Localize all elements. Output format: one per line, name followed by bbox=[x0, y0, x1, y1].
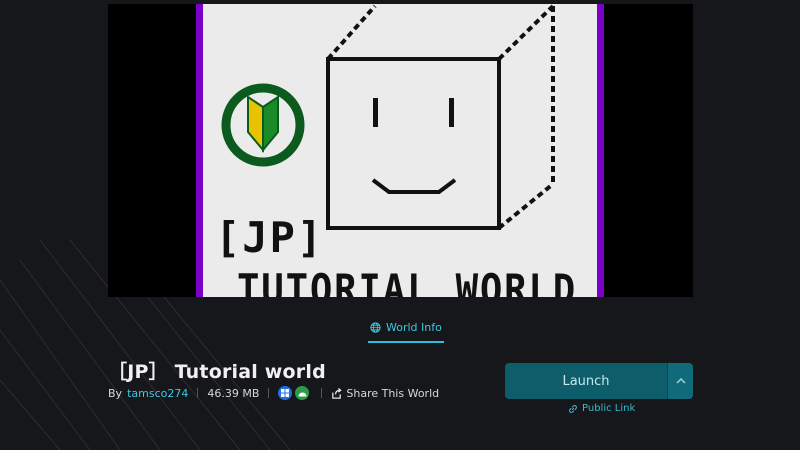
public-link[interactable]: Public Link bbox=[568, 403, 635, 414]
globe-icon bbox=[370, 321, 381, 333]
smiling-cube-icon bbox=[326, 4, 555, 230]
divider bbox=[321, 388, 323, 398]
share-label: Share This World bbox=[346, 386, 440, 400]
link-icon bbox=[569, 404, 577, 413]
world-size: 46.39 MB bbox=[207, 386, 260, 400]
banner-poster: [JP] TUTORIAL WORLD bbox=[196, 4, 604, 297]
tab-label: World Info bbox=[386, 320, 442, 334]
beginner-badge-icon bbox=[221, 83, 305, 167]
windows-icon bbox=[278, 386, 293, 400]
banner-line-2: TUTORIAL WORLD bbox=[237, 265, 577, 297]
banner-line-1: [JP] bbox=[215, 213, 324, 262]
launch-options-toggle[interactable] bbox=[667, 363, 693, 399]
world-meta: By tamsco274 46.39 MB Share This World bbox=[108, 385, 439, 401]
author-prefix: By bbox=[108, 386, 123, 400]
android-icon bbox=[295, 386, 310, 400]
tab-world-info[interactable]: World Info bbox=[368, 316, 444, 343]
share-icon bbox=[332, 387, 343, 399]
chevron-up-icon bbox=[675, 378, 686, 384]
public-link-label: Public Link bbox=[582, 403, 636, 414]
launch-group: Launch bbox=[505, 363, 693, 399]
author-link[interactable]: tamsco274 bbox=[127, 387, 188, 400]
divider bbox=[268, 388, 270, 398]
launch-button[interactable]: Launch bbox=[505, 363, 667, 399]
share-world-button[interactable]: Share This World bbox=[331, 387, 439, 400]
world-banner: [JP] TUTORIAL WORLD bbox=[108, 4, 693, 297]
divider bbox=[197, 388, 199, 398]
world-title: ［JP］ Tutorial world bbox=[108, 361, 326, 383]
